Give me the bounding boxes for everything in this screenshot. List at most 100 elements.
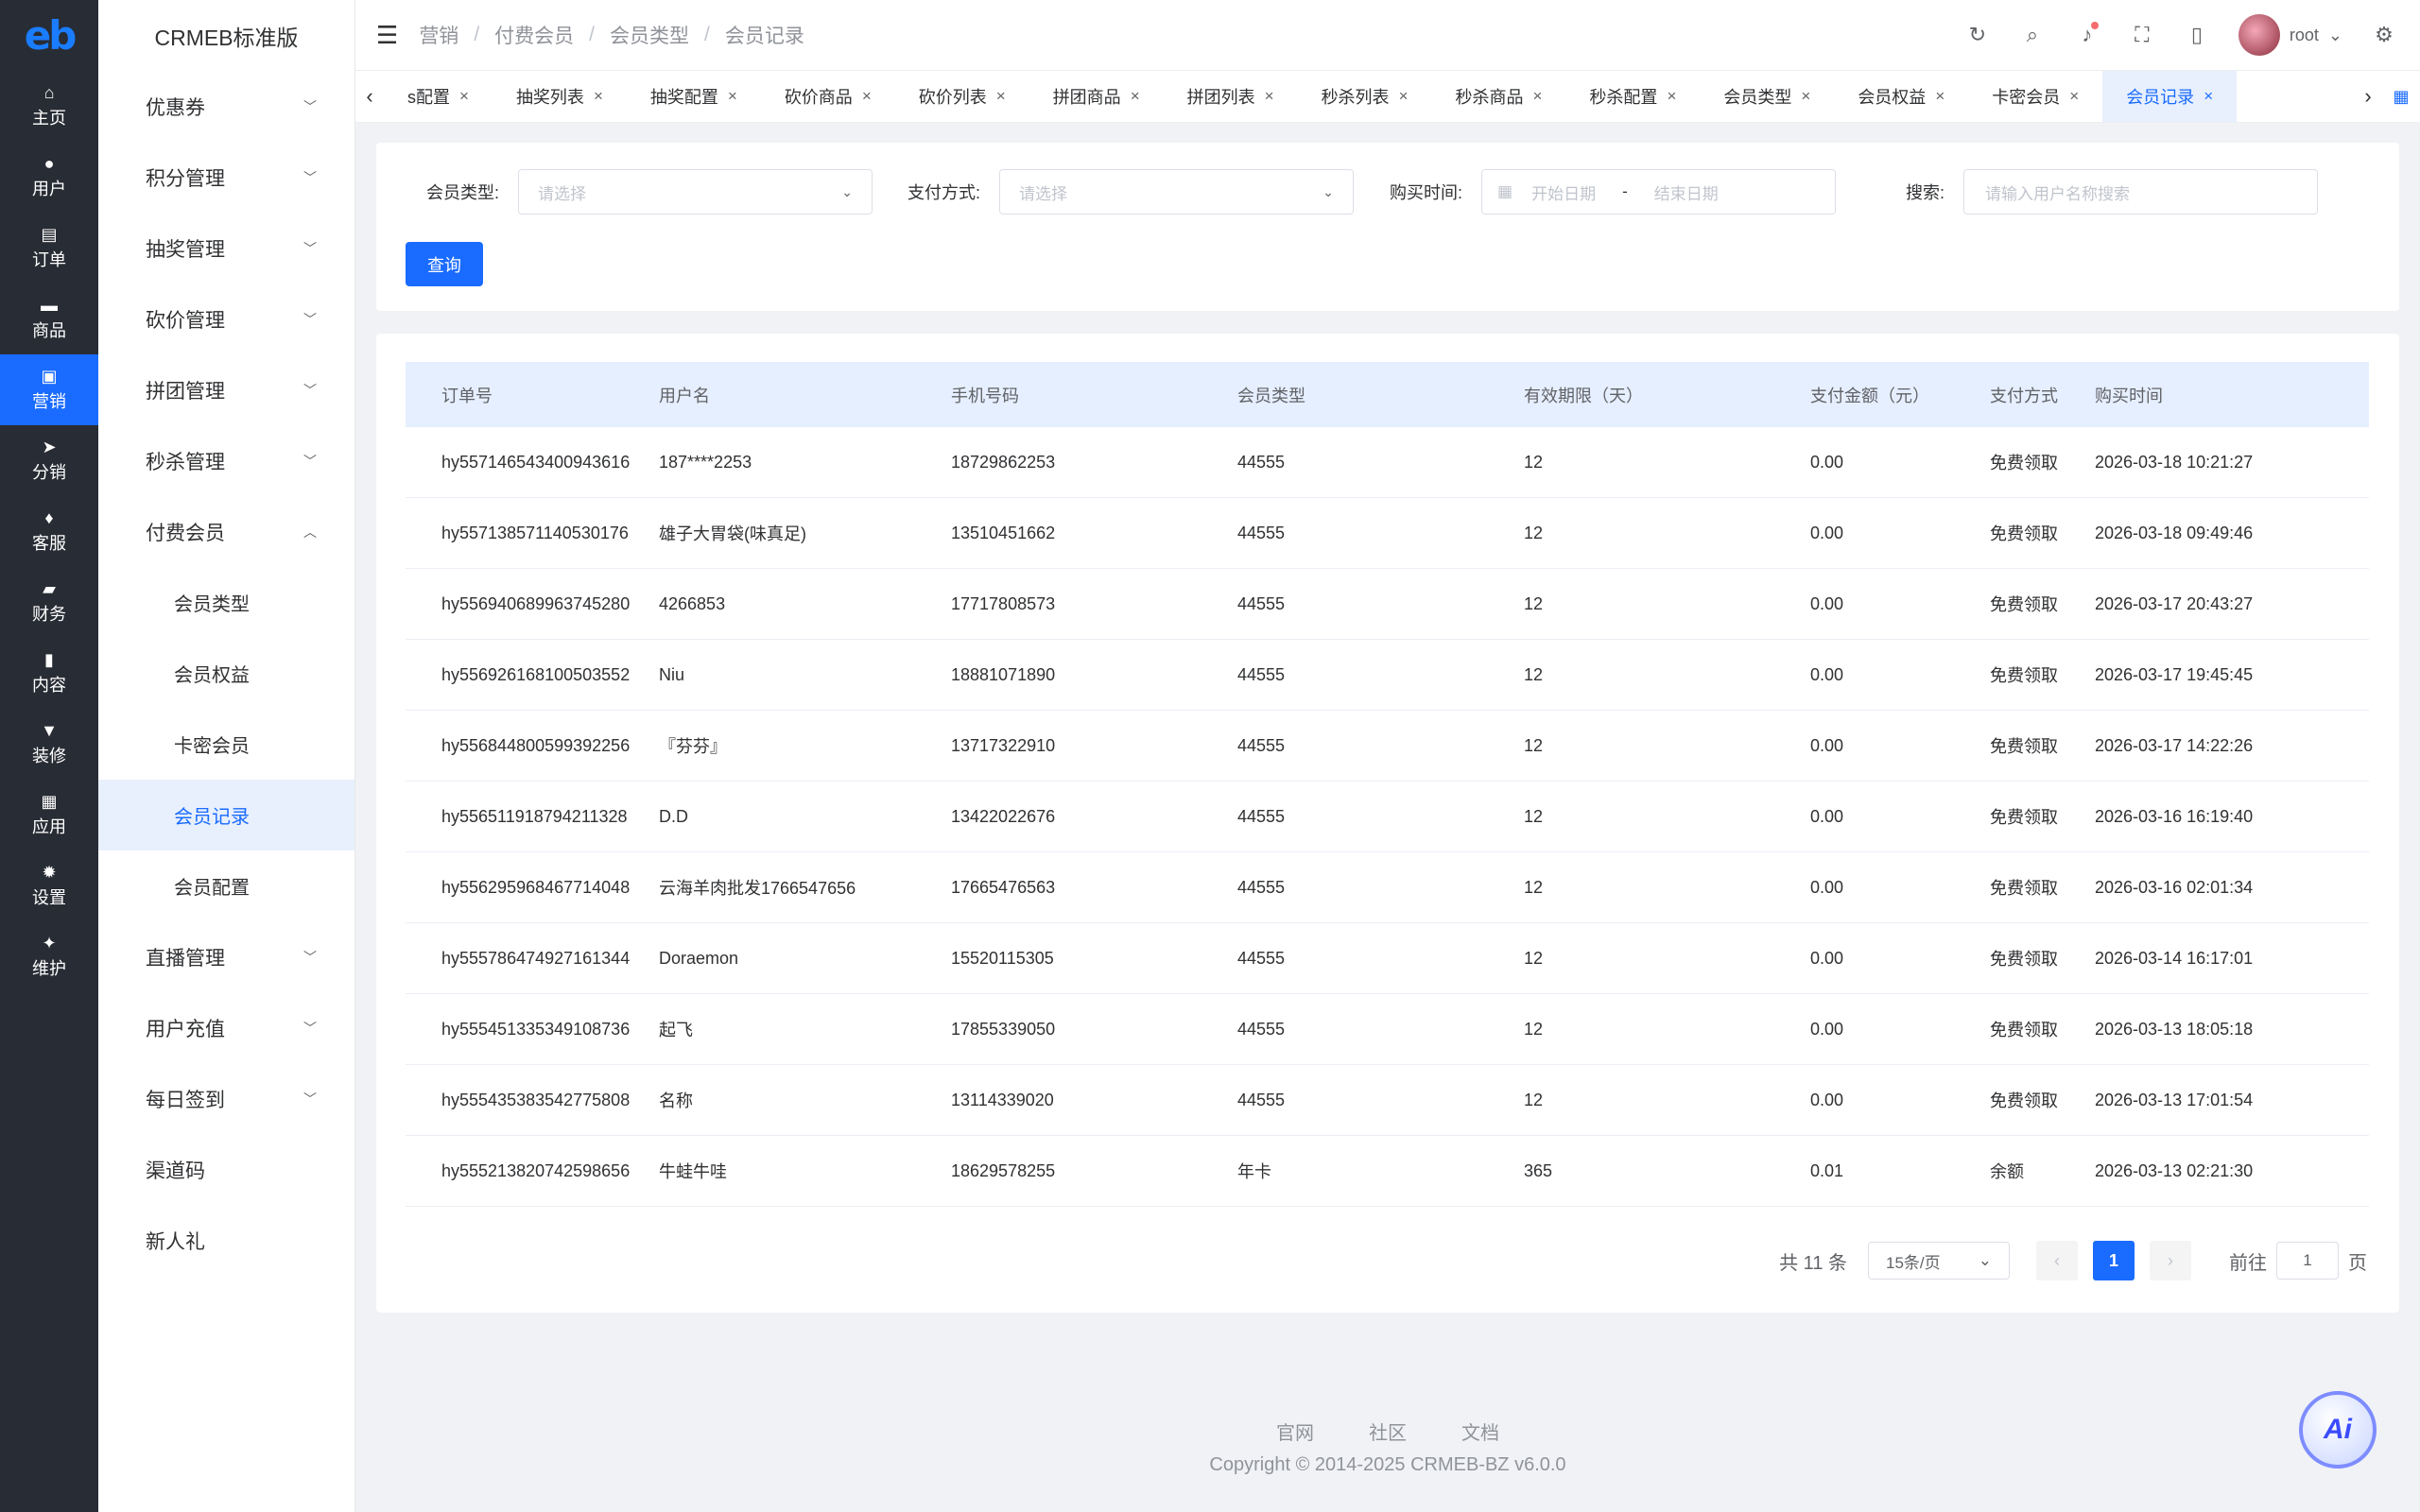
tab-2[interactable]: 抽奖配置 × <box>627 71 761 122</box>
search-input[interactable]: 请输入用户名称搜索 <box>1963 169 2319 215</box>
rail-item-2[interactable]: ▤ 订单 <box>0 213 98 284</box>
rail-item-10[interactable]: ▦ 应用 <box>0 780 98 850</box>
rail-item-9[interactable]: ▼ 装修 <box>0 709 98 780</box>
table-cell: 2026-03-18 09:49:46 <box>2095 523 2254 542</box>
gear-icon[interactable]: ⚙ <box>2371 22 2397 48</box>
sidebar-subitem-3[interactable]: 会员记录 <box>98 780 354 850</box>
tab-3[interactable]: 砍价商品 × <box>761 71 895 122</box>
close-icon[interactable]: × <box>2069 87 2079 106</box>
goto-page-input[interactable]: 1 <box>2276 1242 2339 1280</box>
rail-item-11[interactable]: ✹ 设置 <box>0 850 98 921</box>
rail-item-3[interactable]: ▬ 商品 <box>0 284 98 354</box>
breadcrumb-item[interactable]: 会员类型 <box>610 21 689 49</box>
notification-icon[interactable]: ♪ <box>2074 22 2100 48</box>
query-button[interactable]: 查询 <box>406 242 483 286</box>
search-icon[interactable]: ⌕ <box>2019 22 2046 48</box>
sidebar-item-after-4[interactable]: 新人礼 <box>98 1205 354 1276</box>
table-cell: 18881071890 <box>951 664 1056 684</box>
device-icon[interactable]: ▯ <box>2184 22 2210 48</box>
footer-link[interactable]: 官网 <box>1276 1418 1314 1445</box>
sidebar-item-label: 付费会员 <box>146 522 225 544</box>
rail-item-1[interactable]: ● 用户 <box>0 142 98 213</box>
page-size-select[interactable]: 15条/页 ⌄ <box>1868 1242 2010 1280</box>
sidebar-item-2[interactable]: 抽奖管理 ﹀ <box>98 213 354 284</box>
pay-method-select[interactable]: 请选择 ⌄ <box>999 169 1355 215</box>
close-icon[interactable]: × <box>728 87 737 106</box>
rail-item-label: 应用 <box>32 816 66 836</box>
sidebar-item-5[interactable]: 秒杀管理 ﹀ <box>98 425 354 496</box>
page-number-current[interactable]: 1 <box>2093 1241 2135 1280</box>
breadcrumb-item[interactable]: 付费会员 <box>494 21 574 49</box>
footer-link[interactable]: 社区 <box>1369 1418 1407 1445</box>
footer-link[interactable]: 文档 <box>1461 1418 1499 1445</box>
table-cell: 2026-03-16 02:01:34 <box>2095 877 2254 897</box>
rail-item-label: 设置 <box>32 887 66 907</box>
close-icon[interactable]: × <box>1265 87 1274 106</box>
ai-assistant-button[interactable]: Ai <box>2299 1391 2377 1469</box>
tab-6[interactable]: 拼团列表 × <box>1164 71 1298 122</box>
tab-4[interactable]: 砍价列表 × <box>895 71 1029 122</box>
rail-item-4[interactable]: ▣ 营销 <box>0 354 98 425</box>
app-logo[interactable]: eb <box>0 0 98 71</box>
tab-9[interactable]: 秒杀配置 × <box>1565 71 1700 122</box>
sidebar-item-after-1[interactable]: 用户充值 ﹀ <box>98 992 354 1063</box>
sidebar-subitem-0[interactable]: 会员类型 <box>98 567 354 638</box>
close-icon[interactable]: × <box>459 87 469 106</box>
sidebar-subitem-1[interactable]: 会员权益 <box>98 638 354 709</box>
sidebar-item-after-2[interactable]: 每日签到 ﹀ <box>98 1063 354 1134</box>
close-icon[interactable]: × <box>594 87 603 106</box>
sidebar-item-4[interactable]: 拼团管理 ﹀ <box>98 354 354 425</box>
close-icon[interactable]: × <box>1935 87 1945 106</box>
tab-12[interactable]: 卡密会员 × <box>1968 71 2102 122</box>
tabs-scroll-left-icon[interactable]: ‹ <box>355 84 384 109</box>
close-icon[interactable]: × <box>1399 87 1409 106</box>
sidebar-item-0[interactable]: 优惠券 ﹀ <box>98 71 354 142</box>
sidebar-item-after-0[interactable]: 直播管理 ﹀ <box>98 921 354 992</box>
close-icon[interactable]: × <box>996 87 1006 106</box>
table-cell: 2026-03-13 17:01:54 <box>2095 1090 2254 1109</box>
rail-item-12[interactable]: ✦ 维护 <box>0 921 98 992</box>
date-range-picker[interactable]: ▦ 开始日期 - 结束日期 <box>1481 169 1837 215</box>
close-icon[interactable]: × <box>1667 87 1676 106</box>
rail-item-7[interactable]: ▰ 财务 <box>0 567 98 638</box>
close-icon[interactable]: × <box>1131 87 1140 106</box>
sidebar-item-6[interactable]: 付费会员 ︿ <box>98 496 354 567</box>
menu-toggle-icon[interactable]: ☰ <box>376 21 398 50</box>
close-icon[interactable]: × <box>2204 87 2213 106</box>
tab-0[interactable]: s配置 × <box>384 71 493 122</box>
tab-13[interactable]: 会员记录 × <box>2102 71 2238 122</box>
sidebar-item-after-3[interactable]: 渠道码 <box>98 1134 354 1205</box>
fullscreen-icon[interactable]: ⛶ <box>2129 22 2155 48</box>
member-type-select[interactable]: 请选择 ⌄ <box>518 169 873 215</box>
close-icon[interactable]: × <box>862 87 872 106</box>
close-icon[interactable]: × <box>1801 87 1810 106</box>
tab-11[interactable]: 会员权益 × <box>1834 71 1968 122</box>
user-menu[interactable]: root ⌄ <box>2238 14 2342 56</box>
rail-item-6[interactable]: ♦ 客服 <box>0 496 98 567</box>
sidebar-item-3[interactable]: 砍价管理 ﹀ <box>98 284 354 354</box>
next-page-button[interactable]: › <box>2150 1241 2191 1280</box>
tab-5[interactable]: 拼团商品 × <box>1029 71 1164 122</box>
sidebar-item-1[interactable]: 积分管理 ﹀ <box>98 142 354 213</box>
rail-item-5[interactable]: ➤ 分销 <box>0 425 98 496</box>
breadcrumb-item[interactable]: 营销 <box>419 21 458 49</box>
refresh-icon[interactable]: ↻ <box>1964 22 1991 48</box>
table-row: hy556295968467714048 云海羊肉批发1766547656 1766… <box>406 852 2369 923</box>
tab-label: 会员记录 <box>2126 88 2195 107</box>
table-cell: 12 <box>1524 593 1544 613</box>
tab-8[interactable]: 秒杀商品 × <box>1432 71 1566 122</box>
tab-1[interactable]: 抽奖列表 × <box>493 71 627 122</box>
close-icon[interactable]: × <box>1533 87 1543 106</box>
tabs-menu-icon[interactable]: ▦ <box>2382 87 2420 107</box>
tabs-scroll-right-icon[interactable]: › <box>2354 84 2382 109</box>
tab-7[interactable]: 秒杀列表 × <box>1298 71 1432 122</box>
sidebar-subitem-4[interactable]: 会员配置 <box>98 850 354 921</box>
start-date-input[interactable]: 开始日期 <box>1531 180 1596 204</box>
prev-page-button[interactable]: ‹ <box>2036 1241 2078 1280</box>
tab-10[interactable]: 会员类型 × <box>1700 71 1834 122</box>
rail-item-0[interactable]: ⌂ 主页 <box>0 71 98 142</box>
sidebar-subitem-2[interactable]: 卡密会员 <box>98 709 354 780</box>
end-date-input[interactable]: 结束日期 <box>1654 180 1719 204</box>
rail-item-8[interactable]: ▮ 内容 <box>0 638 98 709</box>
table-cell: 2026-03-14 16:17:01 <box>2095 948 2254 968</box>
